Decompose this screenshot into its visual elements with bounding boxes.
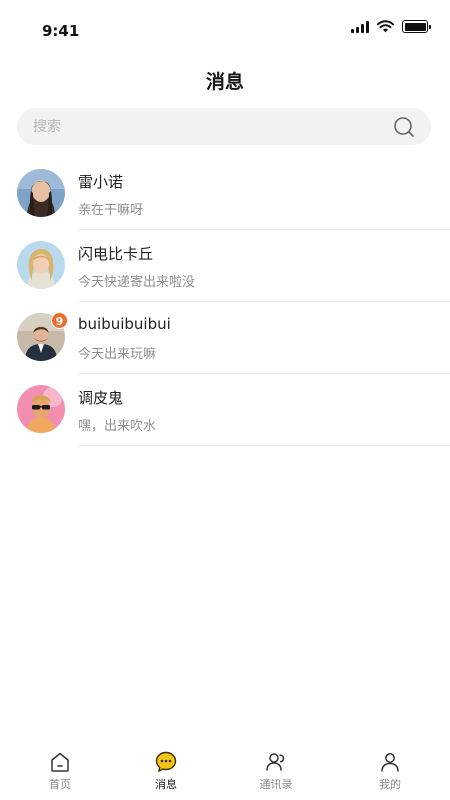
profile-icon xyxy=(381,753,399,772)
search-input[interactable] xyxy=(33,108,393,145)
home-icon xyxy=(51,752,69,772)
cellular-signal-icon xyxy=(351,20,369,33)
message-preview: 今天快递寄出来啦没 xyxy=(78,275,196,290)
search-icon[interactable] xyxy=(393,116,415,138)
message-preview: 嘿，出来吹水 xyxy=(78,419,157,434)
contacts-icon xyxy=(266,753,285,771)
conversation-list: 雷小诺 亲在干嘛呀 闪电比卡丘 今天快递寄出来啦没 9 buibuibuibui… xyxy=(0,158,450,446)
tab-label: 首页 xyxy=(49,778,71,791)
tab-bar: 首页 消息 通讯录 我的 xyxy=(0,742,450,800)
search-bar[interactable] xyxy=(17,108,431,145)
tab-label: 通讯录 xyxy=(259,778,293,791)
message-preview: 今天出来玩嘛 xyxy=(78,347,157,362)
tab-profile[interactable]: 我的 xyxy=(350,750,430,796)
avatar[interactable] xyxy=(17,169,65,217)
contact-name: 雷小诺 xyxy=(78,173,124,191)
conversation-item[interactable]: 9 buibuibuibui 今天出来玩嘛 xyxy=(0,302,450,374)
message-icon xyxy=(155,751,177,773)
contact-name: buibuibuibui xyxy=(78,315,171,333)
tab-label: 我的 xyxy=(379,778,401,791)
battery-icon xyxy=(402,20,431,33)
divider xyxy=(78,445,450,446)
status-bar: 9:41 xyxy=(0,0,450,54)
page-title: 消息 xyxy=(205,71,244,93)
conversation-item[interactable]: 调皮鬼 嘿，出来吹水 xyxy=(0,374,450,446)
avatar[interactable] xyxy=(17,385,65,433)
wifi-icon xyxy=(377,20,394,33)
conversation-item[interactable]: 闪电比卡丘 今天快递寄出来啦没 xyxy=(0,230,450,302)
status-icons xyxy=(351,20,431,33)
message-preview: 亲在干嘛呀 xyxy=(78,203,144,218)
avatar[interactable] xyxy=(17,241,65,289)
tab-label: 消息 xyxy=(155,778,177,791)
tab-home[interactable]: 首页 xyxy=(20,750,100,796)
status-time: 9:41 xyxy=(42,22,80,40)
conversation-item[interactable]: 雷小诺 亲在干嘛呀 xyxy=(0,158,450,230)
contact-name: 闪电比卡丘 xyxy=(78,245,154,263)
contact-name: 调皮鬼 xyxy=(78,389,124,407)
tab-messages[interactable]: 消息 xyxy=(126,750,206,796)
unread-badge: 9 xyxy=(51,312,68,329)
tab-contacts[interactable]: 通讯录 xyxy=(236,750,316,796)
